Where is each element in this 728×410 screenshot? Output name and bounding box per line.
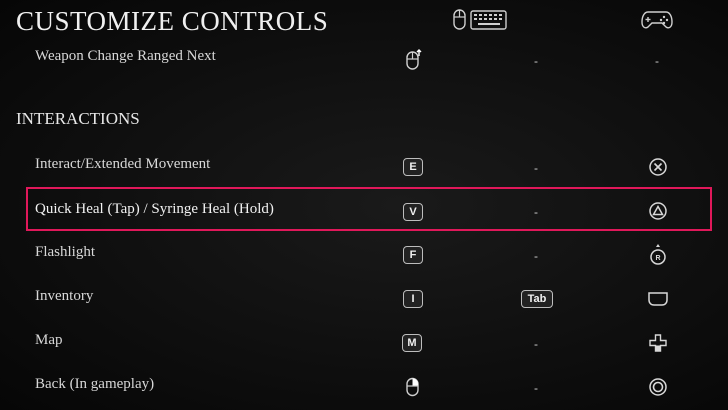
secondary-binding[interactable]: - xyxy=(534,54,538,68)
triangle-button-icon[interactable] xyxy=(648,201,668,221)
key-e[interactable]: E xyxy=(403,158,423,176)
binding-label: Weapon Change Ranged Next xyxy=(35,48,216,64)
binding-label: Inventory xyxy=(35,288,94,304)
gamepad-icon xyxy=(641,11,673,29)
secondary-binding[interactable]: - xyxy=(534,249,538,263)
secondary-binding[interactable]: - xyxy=(534,205,538,219)
page-title: CUSTOMIZE CONTROLS xyxy=(16,6,329,36)
binding-label: Quick Heal (Tap) / Syringe Heal (Hold) xyxy=(35,201,274,217)
binding-label: Back (In gameplay) xyxy=(35,376,155,392)
mouse-scroll-up-icon[interactable] xyxy=(404,49,424,71)
binding-label: Flashlight xyxy=(35,244,96,260)
section-heading-interactions: INTERACTIONS xyxy=(16,109,140,128)
circle-button-icon[interactable] xyxy=(648,377,668,397)
touchpad-icon[interactable] xyxy=(647,290,669,308)
secondary-binding[interactable]: - xyxy=(534,161,538,175)
binding-label: Map xyxy=(35,332,63,348)
svg-text:R: R xyxy=(655,255,660,262)
key-v[interactable]: V xyxy=(403,203,423,221)
key-f[interactable]: F xyxy=(403,246,423,264)
key-tab[interactable]: Tab xyxy=(521,290,553,308)
mouse-right-click-icon[interactable] xyxy=(405,377,421,397)
secondary-binding[interactable]: - xyxy=(534,381,538,395)
binding-label: Interact/Extended Movement xyxy=(35,156,211,172)
dpad-icon[interactable] xyxy=(648,333,668,353)
key-m[interactable]: M xyxy=(402,334,422,352)
cross-button-icon[interactable] xyxy=(648,157,668,177)
right-stick-press-icon[interactable]: R xyxy=(648,243,668,267)
key-i[interactable]: I xyxy=(403,290,423,308)
mouse-keyboard-icon xyxy=(453,9,507,30)
secondary-binding[interactable]: - xyxy=(534,337,538,351)
pad-binding[interactable]: - xyxy=(655,54,659,68)
